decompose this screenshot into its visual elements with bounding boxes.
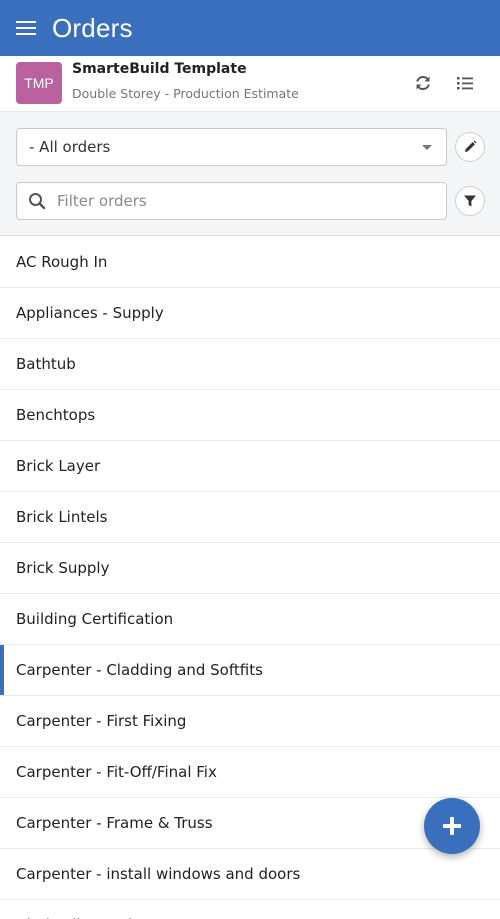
project-name: SmarteBuild Template	[72, 61, 247, 77]
order-list-item[interactable]: AC Rough In	[0, 237, 500, 288]
order-list-item[interactable]: Building Certification	[0, 594, 500, 645]
page-title: Orders	[52, 12, 133, 43]
list-icon	[457, 77, 473, 90]
order-label: AC Rough In	[16, 253, 108, 271]
order-list-item[interactable]: Brick Lintels	[0, 492, 500, 543]
chevron-down-icon	[422, 145, 432, 150]
order-list-item[interactable]: Carpenter - Fit-Off/Final Fix	[0, 747, 500, 798]
project-avatar: TMP	[16, 62, 62, 104]
filter-icon	[464, 195, 476, 207]
order-list-item[interactable]: Carpenter - Cladding and Softfits	[0, 645, 500, 696]
search-field[interactable]	[16, 182, 447, 220]
plus-icon	[443, 817, 461, 835]
order-label: Building Certification	[16, 610, 174, 628]
order-label: Appliances - Supply	[16, 304, 164, 322]
order-list-item[interactable]: Benchtops	[0, 390, 500, 441]
search-icon	[17, 183, 57, 219]
order-list-item[interactable]: Bathtub	[0, 339, 500, 390]
app-bar: Orders	[0, 0, 500, 56]
order-label: Carpenter - Fit-Off/Final Fix	[16, 763, 217, 781]
order-filter-select[interactable]: - All orders	[16, 128, 447, 166]
order-label: Brick Supply	[16, 559, 110, 577]
edit-filter-button[interactable]	[455, 132, 485, 162]
order-filter-value: - All orders	[29, 138, 111, 156]
order-list-item[interactable]: Brick Layer	[0, 441, 500, 492]
order-label: Carpenter - Cladding and Softfits	[16, 661, 263, 679]
order-list-item[interactable]: Clothesline and Letter Box	[0, 900, 500, 919]
order-list-item[interactable]: Appliances - Supply	[0, 288, 500, 339]
order-label: Carpenter - First Fixing	[16, 712, 187, 730]
list-view-button[interactable]	[452, 70, 478, 96]
project-subtitle: Double Storey - Production Estimate	[72, 86, 299, 101]
order-list-item[interactable]: Carpenter - First Fixing	[0, 696, 500, 747]
order-list-item[interactable]: Brick Supply	[0, 543, 500, 594]
filter-panel: - All orders	[0, 112, 500, 236]
edit-icon	[465, 140, 477, 152]
filter-button[interactable]	[455, 186, 485, 216]
order-label: Carpenter - Frame & Truss	[16, 814, 213, 832]
refresh-button[interactable]	[410, 70, 436, 96]
refresh-icon	[416, 75, 430, 91]
order-label: Brick Layer	[16, 457, 101, 475]
menu-button[interactable]	[0, 0, 52, 56]
order-label: Bathtub	[16, 355, 76, 373]
order-list-item[interactable]: Carpenter - install windows and doors	[0, 849, 500, 900]
search-input[interactable]	[57, 192, 437, 210]
add-order-button[interactable]	[424, 798, 480, 854]
order-label: Brick Lintels	[16, 508, 108, 526]
order-label: Carpenter - install windows and doors	[16, 865, 301, 883]
project-header[interactable]: TMP SmarteBuild Template Double Storey -…	[0, 56, 500, 112]
menu-icon	[16, 27, 36, 29]
order-label: Benchtops	[16, 406, 96, 424]
